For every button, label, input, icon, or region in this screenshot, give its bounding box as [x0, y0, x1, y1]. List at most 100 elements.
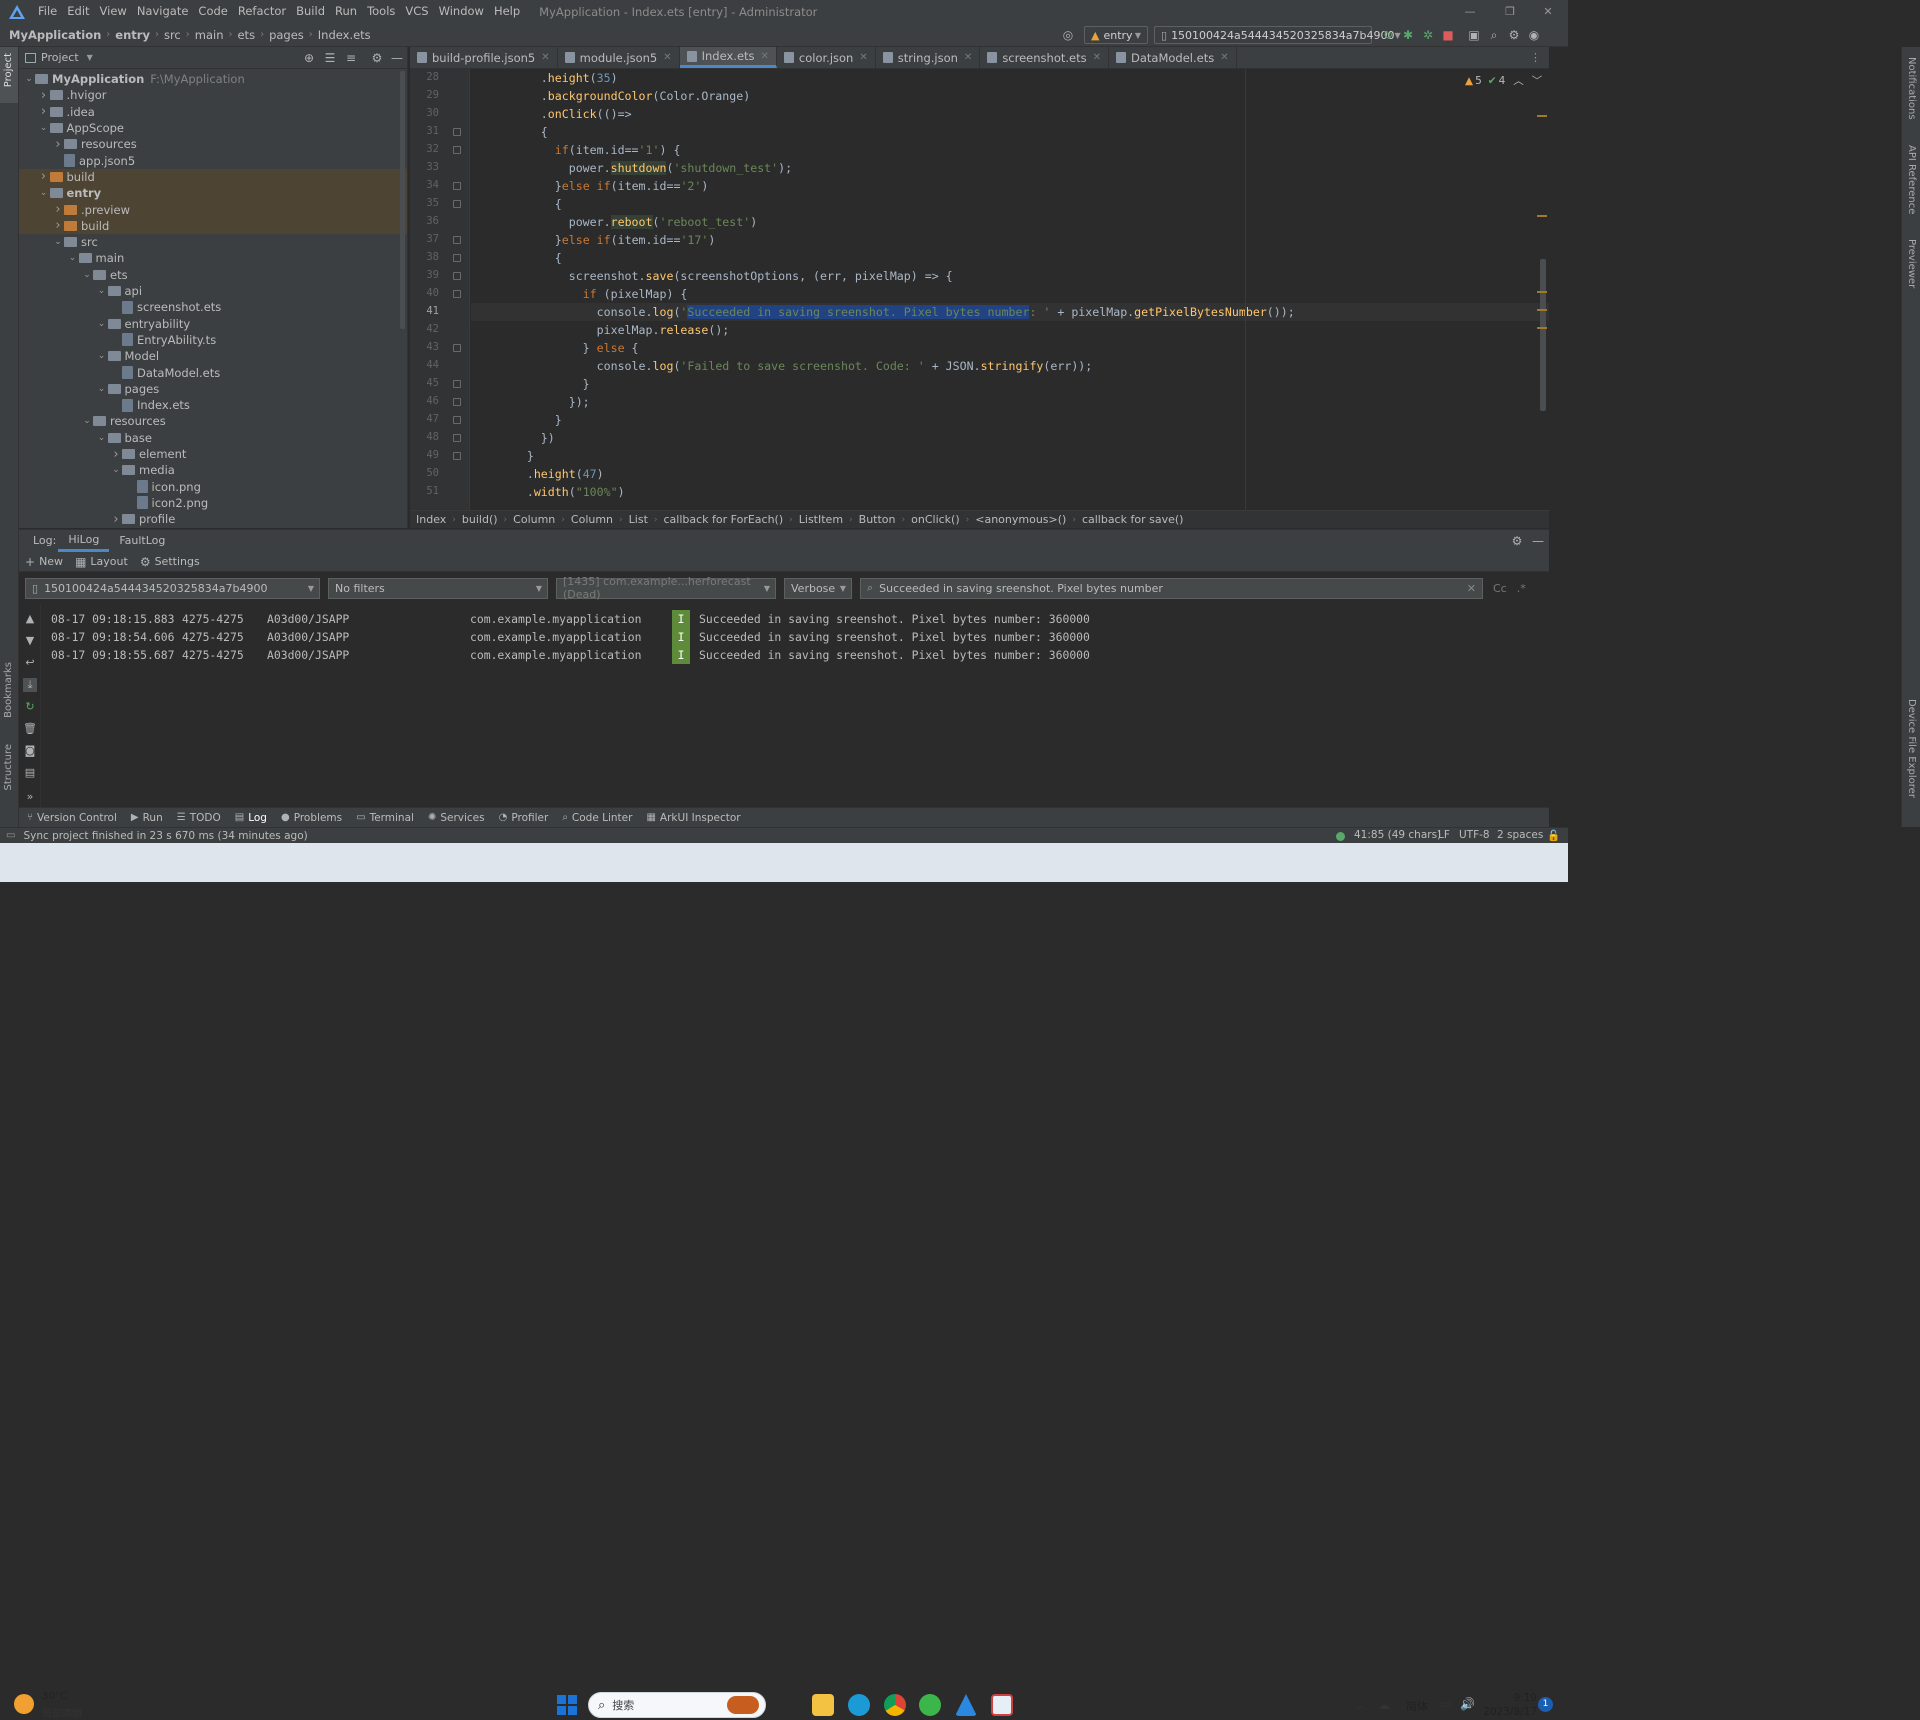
scroll-marker[interactable]: [1537, 309, 1547, 311]
tree-item[interactable]: ⌄ MyApplication F:\MyApplication: [19, 71, 407, 87]
tree-item[interactable]: ⌄ ets: [19, 267, 407, 283]
debug-icon[interactable]: ✱: [1398, 25, 1418, 45]
editor-breadcrumb-item[interactable]: <anonymous>(): [969, 513, 1072, 526]
layout-button[interactable]: ▦ Layout: [75, 555, 128, 569]
toolwindow-profiler[interactable]: ◔ Profiler: [499, 812, 549, 824]
caret-position[interactable]: 41:85 (49 chars): [1354, 829, 1441, 841]
expand-all-icon[interactable]: ☰: [320, 48, 340, 68]
taskbar-search[interactable]: ⌕ 搜索: [588, 1692, 766, 1718]
line-number[interactable]: 45: [410, 377, 439, 389]
tree-item[interactable]: Index.ets: [19, 397, 407, 413]
code-line[interactable]: console.log('Failed to save screenshot. …: [471, 357, 1549, 375]
code-line[interactable]: .height(35): [471, 69, 1549, 87]
volume-icon[interactable]: 🔊: [1460, 1697, 1475, 1711]
tree-item[interactable]: › .preview: [19, 201, 407, 218]
attach-debugger-icon[interactable]: ✲: [1418, 25, 1438, 45]
chevron-right-icon[interactable]: ›: [38, 169, 50, 184]
tab-faultlog[interactable]: FaultLog: [109, 530, 175, 552]
fold-marker-icon[interactable]: [453, 380, 461, 388]
weather-text[interactable]: 局部晴朗: [42, 1705, 82, 1720]
menu-navigate[interactable]: Navigate: [132, 0, 194, 23]
code-line[interactable]: {: [471, 195, 1549, 213]
editor-breadcrumb-item[interactable]: List: [623, 513, 654, 526]
code-line[interactable]: power.shutdown('shutdown_test');: [471, 159, 1549, 177]
ime-indicator[interactable]: 简体: [1406, 1698, 1428, 1714]
nav-crumb[interactable]: main: [192, 28, 227, 42]
tree-item[interactable]: icon.png: [19, 479, 407, 495]
restore-icon[interactable]: ❐: [1490, 0, 1530, 23]
chrome-icon[interactable]: [884, 1694, 906, 1716]
chevron-down-icon[interactable]: ⌄: [38, 123, 50, 133]
log-device-select[interactable]: ▯ 150100424a544434520325834a7b4900 ▼: [25, 577, 320, 599]
editor-breadcrumb-item[interactable]: Index: [410, 513, 452, 526]
tree-item[interactable]: ⌄ base: [19, 430, 407, 446]
wechat-icon[interactable]: [919, 1694, 941, 1716]
menu-tools[interactable]: Tools: [362, 0, 400, 23]
menu-build[interactable]: Build: [291, 0, 330, 23]
stripe-api-reference-button[interactable]: API Reference: [1906, 145, 1917, 214]
code-line[interactable]: });: [471, 393, 1549, 411]
editor-breadcrumb-item[interactable]: build(): [456, 513, 504, 526]
line-number[interactable]: 30: [410, 107, 439, 119]
line-number[interactable]: 35: [410, 197, 439, 209]
chevron-down-icon[interactable]: ⌄: [96, 286, 108, 296]
account-icon[interactable]: ◉: [1524, 25, 1544, 45]
tree-item[interactable]: › .idea: [19, 104, 407, 120]
clear-search-icon[interactable]: ✕: [1467, 582, 1476, 595]
clock-time[interactable]: 9:19: [1491, 1692, 1537, 1704]
line-separator[interactable]: LF: [1438, 829, 1450, 841]
chevron-right-icon[interactable]: ›: [52, 218, 64, 233]
line-number[interactable]: 49: [410, 449, 439, 461]
project-scrollbar[interactable]: [400, 71, 405, 329]
line-number[interactable]: 34: [410, 179, 439, 191]
line-number[interactable]: 51: [410, 485, 439, 497]
code-line[interactable]: }: [471, 375, 1549, 393]
chevron-down-icon[interactable]: ⌄: [96, 433, 108, 443]
code-line[interactable]: power.reboot('reboot_test'): [471, 213, 1549, 231]
indent-setting[interactable]: 2 spaces: [1497, 829, 1543, 841]
close-tab-icon[interactable]: ✕: [964, 52, 972, 63]
editor-tab[interactable]: module.json5 ✕: [558, 47, 680, 68]
scroll-down-icon[interactable]: ▼: [23, 634, 37, 648]
screenshot-icon[interactable]: ◙: [23, 744, 37, 758]
hide-panel-icon[interactable]: —: [387, 48, 407, 68]
line-number[interactable]: 42: [410, 323, 439, 335]
toolwindow-run[interactable]: ▶ Run: [131, 812, 163, 824]
clock-date[interactable]: 2023/8/17: [1482, 1706, 1537, 1718]
code-line[interactable]: }: [471, 447, 1549, 465]
toolwindow-version-control[interactable]: ⑂ Version Control: [27, 812, 117, 824]
close-icon[interactable]: ✕: [1528, 0, 1568, 23]
status-message[interactable]: Sync project finished in 23 s 670 ms (34…: [23, 830, 307, 842]
tree-item[interactable]: screenshot.ets: [19, 299, 407, 315]
code-line[interactable]: }: [471, 411, 1549, 429]
code-line[interactable]: if (pixelMap) {: [471, 285, 1549, 303]
line-number[interactable]: 31: [410, 125, 439, 137]
editor-breadcrumb-item[interactable]: onClick(): [905, 513, 966, 526]
chevron-right-icon[interactable]: ›: [110, 447, 122, 462]
log-filter-select[interactable]: No filters ▼: [328, 577, 548, 599]
close-tab-icon[interactable]: ✕: [663, 52, 671, 63]
log-row[interactable]: 08-17 09:18:54.606 4275-4275 A03d00/JSAPP c…: [51, 628, 1090, 646]
log-settings-icon[interactable]: ⚙: [1507, 531, 1527, 551]
menu-help[interactable]: Help: [489, 0, 525, 23]
toolwindow-terminal[interactable]: ▭ Terminal: [356, 812, 414, 824]
toolwindow-log[interactable]: ▤ Log: [235, 812, 267, 824]
line-number[interactable]: 43: [410, 341, 439, 353]
tree-item[interactable]: app.json5: [19, 153, 407, 169]
notification-badge[interactable]: 1: [1538, 1697, 1553, 1712]
code-line[interactable]: }): [471, 429, 1549, 447]
new-log-button[interactable]: + New: [25, 555, 63, 569]
fold-marker-icon[interactable]: [453, 254, 461, 262]
editor-breadcrumb-item[interactable]: callback for save(): [1076, 513, 1190, 526]
editor-breadcrumb-item[interactable]: Column: [507, 513, 561, 526]
snipping-tool-icon[interactable]: [991, 1694, 1013, 1716]
scroll-marker[interactable]: [1537, 291, 1547, 293]
close-tab-icon[interactable]: ✕: [859, 52, 867, 63]
fold-marker-icon[interactable]: [453, 452, 461, 460]
editor-scrollbar[interactable]: [1540, 259, 1546, 411]
fold-marker-icon[interactable]: [453, 128, 461, 136]
scroll-up-icon[interactable]: ▲: [23, 612, 37, 626]
windows-start-icon[interactable]: [557, 1695, 577, 1715]
scroll-marker[interactable]: [1537, 327, 1547, 329]
settings-button[interactable]: ⚙ Settings: [140, 555, 200, 569]
